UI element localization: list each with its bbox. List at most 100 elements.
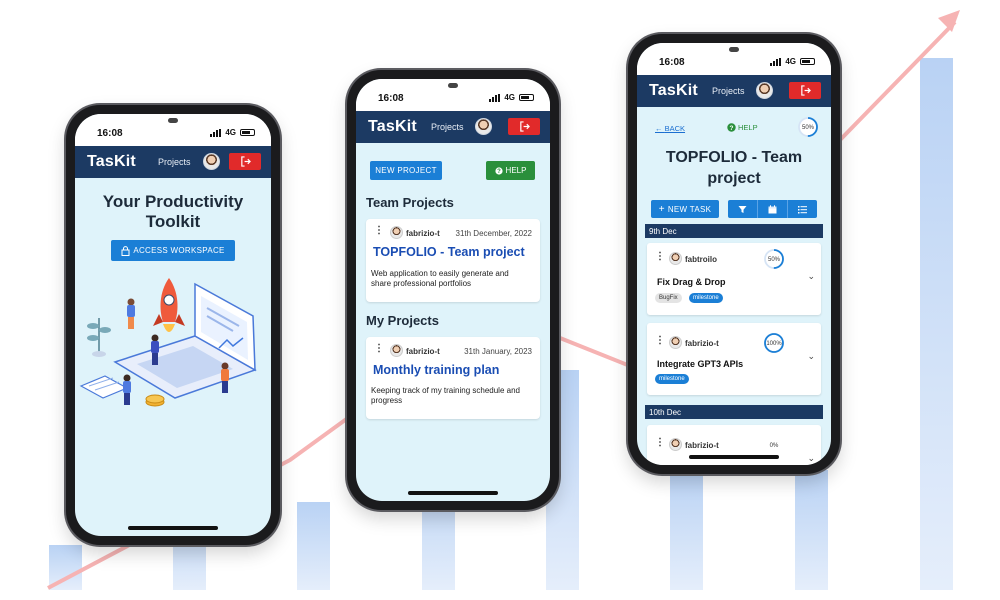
- battery-icon: [519, 94, 534, 101]
- task-card[interactable]: ⋮ fabtroilo 50% ⌄ Fix Drag & Drop BugFix…: [647, 243, 821, 315]
- access-workspace-label: ACCESS WORKSPACE: [133, 246, 225, 255]
- nav-projects-link[interactable]: Projects: [431, 122, 464, 132]
- new-task-label: NEW TASK: [667, 204, 712, 214]
- logout-icon: [519, 121, 530, 132]
- new-project-button[interactable]: NEW PROJECT: [370, 161, 442, 180]
- nav-projects-link[interactable]: Projects: [158, 157, 191, 167]
- author-avatar: [669, 252, 682, 265]
- task-card[interactable]: ⋮ fabrizio-t 0% ⌄: [647, 425, 821, 465]
- avatar[interactable]: [756, 82, 773, 99]
- task-card[interactable]: ⋮ fabrizio-t 100% ⌄ Integrate GPT3 APIs …: [647, 323, 821, 395]
- brand-logo[interactable]: TasKit: [368, 118, 417, 136]
- rocket-window: [163, 294, 175, 306]
- help-link[interactable]: ? HELP: [727, 123, 758, 132]
- signal-icon: [489, 93, 501, 102]
- project-card-mine[interactable]: ⋮ fabrizio-t 31th January, 2023 Monthly …: [366, 337, 540, 419]
- plant-leaf: [87, 335, 99, 341]
- project-description: Web application to easily generate and s…: [371, 269, 509, 289]
- help-label: HELP: [738, 123, 758, 132]
- logout-icon: [240, 156, 251, 167]
- person-legs: [222, 381, 228, 393]
- app-bar: TasKit Projects: [356, 111, 550, 143]
- svg-text:?: ?: [497, 169, 501, 175]
- author-avatar: [669, 336, 682, 349]
- chevron-down-icon[interactable]: ⌄: [807, 453, 815, 464]
- person-body: [151, 341, 159, 353]
- project-description-line1: Web application to easily generate and: [371, 269, 509, 278]
- project-card-team[interactable]: ⋮ fabrizio-t 31th December, 2022 TOPFOLI…: [366, 219, 540, 302]
- help-label: HELP: [505, 166, 527, 175]
- my-projects-heading: My Projects: [366, 313, 439, 328]
- person-body: [123, 381, 131, 393]
- back-link[interactable]: ← BACK: [655, 124, 685, 133]
- battery-icon: [240, 129, 255, 136]
- logout-button[interactable]: [508, 118, 540, 135]
- project-description: Keeping track of my training schedule an…: [371, 386, 520, 406]
- project-author: fabrizio-t: [406, 229, 440, 238]
- person-head: [151, 334, 159, 342]
- person-head: [127, 298, 135, 306]
- person-legs: [128, 317, 134, 329]
- brand-logo[interactable]: TasKit: [87, 153, 136, 171]
- productivity-illustration: [79, 278, 257, 407]
- phone-projects: 16:08 4G TasKit Projects NEW PROJECT ? H…: [347, 70, 559, 510]
- status-bar: 16:08 4G: [356, 79, 550, 111]
- kebab-menu-icon[interactable]: ⋮: [655, 335, 665, 346]
- kebab-menu-icon[interactable]: ⋮: [655, 251, 665, 262]
- kebab-menu-icon[interactable]: ⋮: [374, 343, 384, 354]
- home-indicator: [128, 526, 218, 530]
- tag-milestone: milestone: [655, 374, 689, 384]
- svg-text:?: ?: [730, 125, 734, 132]
- progress-label: 100%: [766, 341, 782, 347]
- camera-notch: [729, 47, 739, 52]
- access-workspace-button[interactable]: ACCESS WORKSPACE: [111, 240, 235, 261]
- back-label: BACK: [664, 124, 686, 133]
- home-title: Your Productivity Toolkit: [75, 192, 271, 232]
- project-title-line2: project: [707, 170, 761, 187]
- phone-home: 16:08 4G TasKit Projects Your Productivi…: [66, 105, 280, 545]
- new-task-button[interactable]: + NEW TASK: [651, 200, 719, 218]
- day-header: 10th Dec: [645, 405, 823, 419]
- signal-icon: [210, 128, 222, 137]
- task-title: Fix Drag & Drop: [657, 277, 726, 287]
- plus-icon: +: [658, 203, 665, 215]
- plant-leaf: [87, 323, 99, 329]
- status-bar: 16:08 4G: [75, 114, 271, 146]
- logout-icon: [800, 85, 811, 96]
- network-label: 4G: [225, 128, 236, 137]
- project-date: 31th December, 2022: [455, 229, 533, 238]
- task-author: fabrizio-t: [685, 339, 719, 348]
- kebab-menu-icon[interactable]: ⋮: [655, 437, 665, 448]
- filter-button[interactable]: [728, 200, 758, 218]
- logout-button[interactable]: [229, 153, 261, 170]
- project-description-line2: share professional portfolios: [371, 279, 472, 288]
- avatar[interactable]: [475, 118, 492, 135]
- help-button[interactable]: ? HELP: [486, 161, 535, 180]
- project-detail-screen: 16:08 4G TasKit Projects ← BACK ? HELP 5…: [637, 43, 831, 465]
- background-bar: [920, 58, 953, 590]
- chevron-down-icon[interactable]: ⌄: [807, 351, 815, 362]
- status-time: 16:08: [378, 93, 404, 104]
- avatar[interactable]: [203, 153, 220, 170]
- kebab-menu-icon[interactable]: ⋮: [374, 225, 384, 236]
- list-icon: [798, 205, 807, 213]
- day-header: 9th Dec: [645, 224, 823, 238]
- new-project-label: NEW PROJECT: [375, 166, 437, 175]
- list-view-button[interactable]: [788, 200, 817, 218]
- brand-logo[interactable]: TasKit: [649, 82, 698, 100]
- person-legs: [124, 393, 130, 405]
- project-title: TOPFOLIO - Team project: [637, 147, 831, 189]
- logout-button[interactable]: [789, 82, 821, 99]
- filter-icon: [738, 205, 747, 213]
- project-title-link[interactable]: Monthly training plan: [373, 363, 499, 377]
- network-label: 4G: [785, 57, 796, 66]
- calendar-view-button[interactable]: [758, 200, 788, 218]
- project-title-line1: TOPFOLIO - Team: [665, 149, 803, 166]
- nav-projects-link[interactable]: Projects: [712, 86, 745, 96]
- coin-stack: [145, 394, 165, 404]
- status-bar: 16:08 4G: [637, 43, 831, 75]
- projects-screen: 16:08 4G TasKit Projects NEW PROJECT ? H…: [356, 79, 550, 501]
- project-title-link[interactable]: TOPFOLIO - Team project: [373, 245, 525, 259]
- chevron-down-icon[interactable]: ⌄: [807, 271, 815, 282]
- background-bar: [297, 502, 330, 590]
